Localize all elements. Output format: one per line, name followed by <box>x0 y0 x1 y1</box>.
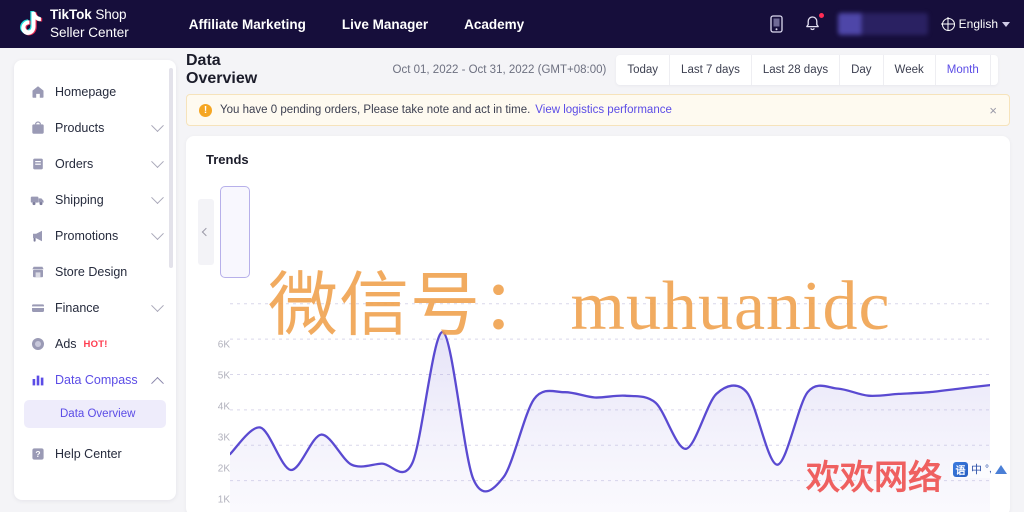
tiktok-note-icon <box>18 10 44 38</box>
y-tick-2k: 2K <box>217 463 230 475</box>
chevron-down-icon <box>1002 21 1010 27</box>
nav-link-affiliate-marketing[interactable]: Affiliate Marketing <box>189 17 306 32</box>
help-icon: ? <box>30 447 45 462</box>
sidebar-item-label: Shipping <box>55 193 104 207</box>
banner-message: You have 0 pending orders, Please take n… <box>220 104 531 116</box>
svg-text:?: ? <box>35 449 40 459</box>
truck-icon <box>30 193 45 208</box>
chart-plot-area <box>230 303 990 512</box>
chevron-down-icon <box>151 118 164 132</box>
close-icon[interactable]: × <box>989 104 997 117</box>
ads-circle-icon <box>30 337 45 352</box>
ime-status-bar[interactable]: 语 中 °, <box>950 460 1010 478</box>
sidebar-item-label: Store Design <box>55 265 128 279</box>
main-content: Data Overview Oct 01, 2022 - Oct 31, 202… <box>184 48 1024 512</box>
sidebar-item-label: Help Center <box>55 447 122 461</box>
chevron-left-icon[interactable] <box>198 199 214 265</box>
warning-icon: ! <box>199 103 212 117</box>
date-range-button-group: Today Last 7 days Last 28 days Day Week … <box>616 55 998 85</box>
sidebar-subitem-label: Data Overview <box>60 408 136 420</box>
sidebar: Homepage Products Orders Shipping Promot… <box>14 60 176 500</box>
chevron-down-icon <box>151 154 164 168</box>
sidebar-item-label: Orders <box>55 157 94 171</box>
sidebar-item-products[interactable]: Products <box>14 110 176 146</box>
range-button-last-7-days[interactable]: Last 7 days <box>670 55 752 85</box>
date-range-label: Oct 01, 2022 - Oct 31, 2022 (GMT+08:00) <box>392 64 607 76</box>
page-header: Data Overview Oct 01, 2022 - Oct 31, 202… <box>184 48 1024 92</box>
view-logistics-performance-link[interactable]: View logistics performance <box>535 104 672 116</box>
chevron-down-icon <box>151 226 164 240</box>
ime-expand-icon[interactable] <box>994 464 1007 474</box>
sidebar-item-label: Data Compass <box>55 373 138 387</box>
sidebar-item-ads[interactable]: Ads HOT! <box>14 326 176 362</box>
sidebar-subitem-data-overview[interactable]: Data Overview <box>24 400 166 428</box>
sidebar-item-help-center[interactable]: ? Help Center <box>14 436 176 472</box>
range-button-month[interactable]: Month <box>936 55 991 85</box>
sidebar-item-orders[interactable]: Orders <box>14 146 176 182</box>
y-tick-4k: 4K <box>217 401 230 413</box>
sidebar-item-store-design[interactable]: Store Design <box>14 254 176 290</box>
metric-card-selected[interactable] <box>220 186 250 278</box>
sidebar-item-label: Finance <box>55 301 100 315</box>
sidebar-item-label: Homepage <box>55 85 117 99</box>
ime-mode-label[interactable]: 中 <box>971 461 982 477</box>
chevron-down-icon <box>151 298 164 312</box>
range-button-day[interactable]: Day <box>840 55 884 85</box>
logo-text: TikTok Shop Seller Center <box>50 6 129 42</box>
y-tick-3k: 3K <box>217 432 230 444</box>
logo-brand: TikTok <box>50 7 92 23</box>
nav-link-live-manager[interactable]: Live Manager <box>342 17 428 32</box>
sidebar-item-data-compass[interactable]: Data Compass <box>14 362 176 398</box>
trends-card: Trends 6K 5K 4K 3K 2K 1K <box>186 136 1010 512</box>
megaphone-icon <box>30 229 45 244</box>
home-icon <box>30 85 45 100</box>
nav-link-academy[interactable]: Academy <box>464 17 524 32</box>
range-button-last-28-days[interactable]: Last 28 days <box>752 55 841 85</box>
storefront-icon <box>30 265 45 280</box>
chevron-down-icon <box>151 190 164 204</box>
page-title: Data Overview <box>186 52 258 87</box>
sidebar-item-promotions[interactable]: Promotions <box>14 218 176 254</box>
sidebar-item-shipping[interactable]: Shipping <box>14 182 176 218</box>
primary-nav-links: Affiliate Marketing Live Manager Academy <box>189 17 524 32</box>
pending-orders-banner: ! You have 0 pending orders, Please take… <box>186 94 1010 126</box>
sidebar-item-homepage[interactable]: Homepage <box>14 74 176 110</box>
user-account-avatar[interactable] <box>837 13 928 35</box>
y-tick-6k: 6K <box>217 339 230 351</box>
chevron-up-icon <box>151 376 164 390</box>
sidebar-item-label: Promotions <box>55 229 119 243</box>
sidebar-item-label: Products <box>55 121 105 135</box>
globe-icon <box>941 17 955 31</box>
range-button-custom[interactable]: Custom <box>991 55 998 85</box>
range-button-week[interactable]: Week <box>884 55 936 85</box>
language-label: English <box>958 17 998 31</box>
hot-badge: HOT! <box>83 338 108 350</box>
box-icon <box>30 121 45 136</box>
notification-badge <box>817 12 825 19</box>
language-selector[interactable]: English <box>941 17 1010 31</box>
trends-title: Trends <box>206 152 249 167</box>
card-icon <box>30 301 45 316</box>
sidebar-scrollbar[interactable] <box>169 68 173 268</box>
top-navigation-bar: TikTok Shop Seller Center Affiliate Mark… <box>0 0 1024 48</box>
ime-punctuation-icon[interactable]: °, <box>985 464 992 475</box>
nav-right-group: English <box>766 12 1010 35</box>
tiktok-shop-seller-center-logo[interactable]: TikTok Shop Seller Center <box>18 6 129 42</box>
clipboard-icon <box>30 157 45 172</box>
mobile-phone-icon[interactable] <box>766 13 788 35</box>
sidebar-item-label: Ads <box>55 337 77 351</box>
range-button-today[interactable]: Today <box>616 55 671 85</box>
screen: TikTok Shop Seller Center Affiliate Mark… <box>0 0 1024 512</box>
logo-shop: Shop <box>91 7 127 23</box>
trends-chart: 6K 5K 4K 3K 2K 1K <box>186 286 1010 512</box>
chart-area-fill <box>230 331 990 512</box>
sidebar-item-finance[interactable]: Finance <box>14 290 176 326</box>
ime-logo-icon: 语 <box>953 461 968 477</box>
metric-card-strip <box>198 186 250 278</box>
bar-chart-icon <box>30 373 45 388</box>
y-tick-5k: 5K <box>217 370 230 382</box>
logo-line2: Seller Center <box>50 25 129 40</box>
bell-icon[interactable] <box>802 12 825 35</box>
y-tick-1k: 1K <box>217 494 230 506</box>
